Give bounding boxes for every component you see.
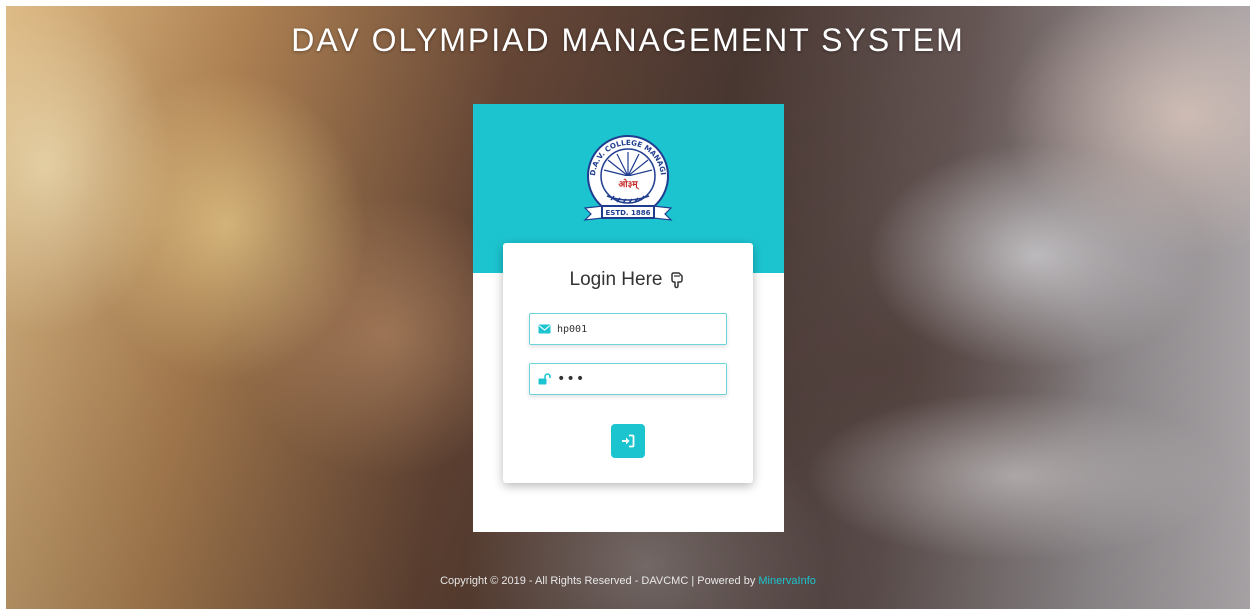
username-field xyxy=(529,313,727,345)
unlock-icon xyxy=(538,373,551,385)
logo-ribbon-text: ESTD. 1886 xyxy=(606,209,651,217)
sign-in-icon xyxy=(622,434,635,448)
footer-powered-link[interactable]: MinervaInfo xyxy=(758,575,815,587)
login-heading-text: Login Here xyxy=(569,269,663,290)
login-form: Login Here xyxy=(503,243,753,483)
password-field xyxy=(529,363,736,395)
password-input[interactable] xyxy=(557,366,736,392)
login-submit-button[interactable] xyxy=(611,424,645,458)
login-heading: Login Here xyxy=(503,269,753,291)
footer: Copyright © 2019 - All Rights Reserved -… xyxy=(0,575,1256,587)
page-title: DAV OLYMPIAD MANAGEMENT SYSTEM xyxy=(291,22,965,58)
username-input[interactable] xyxy=(557,316,726,342)
logo-center-text: ओ३म् xyxy=(618,178,639,190)
login-card: D.A.V. COLLEGE MANAGING COMMITTEE ओ३म् xyxy=(473,104,784,532)
envelope-icon xyxy=(538,324,551,334)
hand-point-down-icon xyxy=(671,272,684,289)
footer-copyright: Copyright © 2019 - All Rights Reserved -… xyxy=(440,575,756,587)
dav-logo: D.A.V. COLLEGE MANAGING COMMITTEE ओ३म् xyxy=(577,128,673,221)
